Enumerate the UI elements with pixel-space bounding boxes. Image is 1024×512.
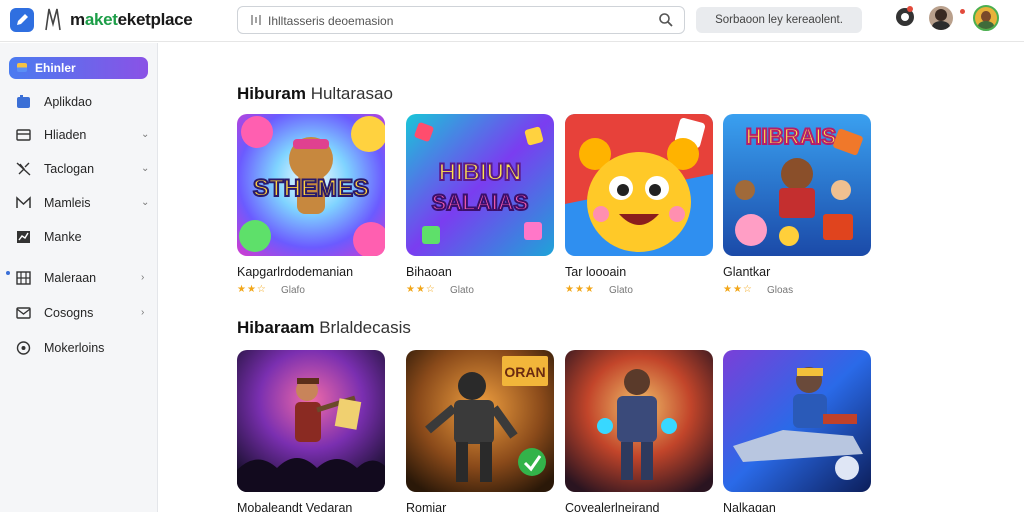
app-thumbnail[interactable] [565,114,713,256]
app-title[interactable]: Mobaleandt Vedaran [237,501,352,512]
chevron-down-icon[interactable]: ⌄ [141,163,149,174]
app-thumbnail[interactable]: HIBRAIS [723,114,871,256]
message-icon [16,307,31,319]
sidebar-item-mail[interactable]: Mamleis ⌄ [0,191,158,215]
search-input[interactable]: Ihlltasseris deoemasion [237,6,685,34]
sidebar-item-label: Hliaden [44,128,87,142]
app-thumbnail[interactable]: HIBIUN SALAIAS [406,114,554,256]
sidebar-item-label: Maleraan [44,271,97,285]
tag-icon [16,162,31,176]
star-icon: ★★☆ [237,284,267,295]
mail-icon [16,196,31,208]
app-thumbnail[interactable] [565,350,713,492]
star-icon: ★★★ [565,284,595,295]
user-avatar[interactable] [929,6,953,30]
app-thumbnail[interactable]: STHEMES [237,114,385,256]
app-thumbnail[interactable]: ORAN [406,350,554,492]
star-icon: ★★☆ [723,284,753,295]
rating-value: Gloas [767,285,794,296]
sidebar: Ehinler Aplikdao Hliaden ⌄ Taclogan ⌄ Ma… [0,43,158,512]
sidebar-item-label: Cosogns [44,306,94,320]
sidebar-item-cards[interactable]: Hliaden ⌄ [0,123,158,147]
star-icon: ★★☆ [406,284,436,295]
app-title[interactable]: Glantkar [723,265,770,279]
rating-value: Glato [450,285,474,296]
app-thumbnail[interactable] [723,350,871,492]
sidebar-item-settings[interactable]: Mokerloins [0,336,158,360]
profile-avatar[interactable] [973,5,999,31]
app-title[interactable]: Nalkagan [723,501,776,512]
thumbnail-art-text: ORAN [504,364,545,380]
chevron-right-icon[interactable]: › [141,272,144,283]
app-title[interactable]: Bihaoan [406,265,452,279]
settings-icon [16,341,31,355]
sidebar-item-grid[interactable]: Maleraan › [0,266,158,290]
sidebar-item-active[interactable]: Ehinler [9,57,148,79]
rating-value: Glafo [281,285,305,296]
sidebar-item-chart[interactable]: Manke [0,225,158,249]
thumbnail-art-text: STHEMES [253,175,369,202]
chevron-right-icon[interactable]: › [141,307,144,318]
chart-icon [17,231,30,243]
sidebar-item-tags[interactable]: Taclogan ⌄ [0,157,158,181]
thumbnail-art-text: HIBIUN [439,159,522,186]
sidebar-item-label: Taclogan [44,162,95,176]
logo-icon [45,8,61,31]
notification-badge [907,6,913,12]
top-bar: maketeketplace Ihlltasseris deoemasion S… [0,0,1024,42]
app-title[interactable]: Romiar [406,501,446,512]
chevron-down-icon[interactable]: ⌄ [141,129,149,140]
search-icon[interactable] [658,12,674,28]
app-thumbnail[interactable] [237,350,385,492]
app-title[interactable]: Tar loooain [565,265,626,279]
brand-name[interactable]: maketeketplace [70,10,193,30]
card-icon [16,129,31,141]
rating-value: Glato [609,285,633,296]
header-pill-button[interactable]: Sorbaoon ley kereaolent. [696,7,862,33]
sidebar-item-messages[interactable]: Cosogns › [0,301,158,325]
sidebar-item-apps[interactable]: Aplikdao [0,90,158,114]
status-dot [960,9,965,14]
chevron-down-icon[interactable]: ⌄ [141,197,149,208]
pencil-icon[interactable] [10,8,34,32]
section-title: Hiburam Hultarasao [237,84,393,103]
thumbnail-art-text: HIBRAIS [746,124,836,149]
section-title: Hibaraam Brlaldecasis [237,318,411,337]
thumbnail-art-text: SALAIAS [432,190,529,215]
app-icon [17,95,30,108]
sidebar-item-label: Aplikdao [44,95,92,109]
sidebar-item-label: Ehinler [35,61,76,75]
app-title[interactable]: Kapgarlrdodemanian [237,265,353,279]
app-title[interactable]: Covealerlnejrand [565,501,660,512]
grid-icon [16,271,31,285]
sidebar-item-label: Mokerloins [44,341,105,355]
sidebar-item-label: Mamleis [44,196,91,210]
filter-icon [251,15,261,25]
sidebar-item-label: Manke [44,230,82,244]
folder-icon [17,63,27,72]
search-placeholder: Ihlltasseris deoemasion [268,14,394,28]
